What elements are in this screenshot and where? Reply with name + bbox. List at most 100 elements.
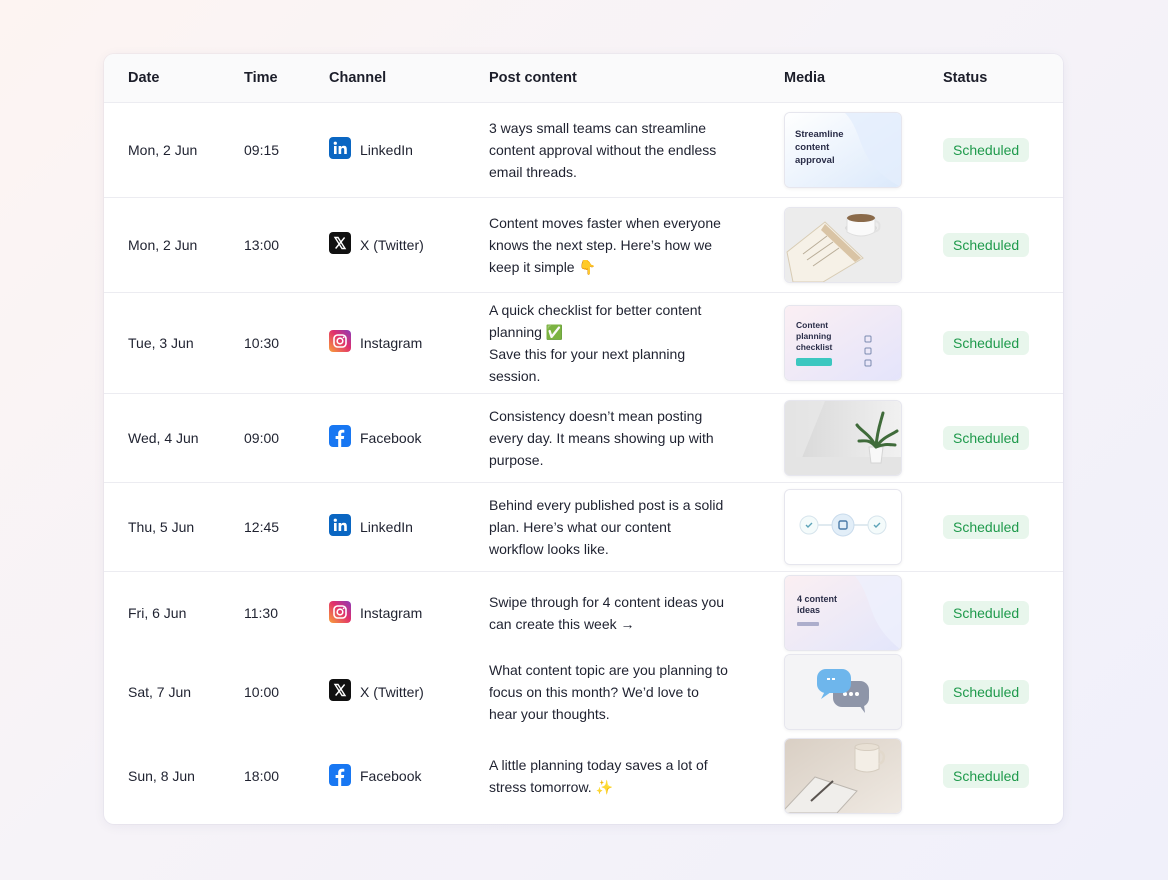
column-header-channel[interactable]: Channel <box>329 54 386 102</box>
post-time-text: 11:30 <box>244 605 278 621</box>
status-badge[interactable]: Scheduled <box>943 330 1030 355</box>
post-time-text: 10:30 <box>244 334 280 351</box>
svg-text:ideas: ideas <box>797 605 820 615</box>
post-date-text: Sat, 7 Jun <box>128 683 192 700</box>
column-header-media[interactable]: Media <box>784 54 825 102</box>
post-status: Scheduled <box>943 655 1030 728</box>
post-time: 10:30 <box>244 292 279 393</box>
channel-name: Facebook <box>360 768 422 784</box>
post-status: Scheduled <box>943 728 1030 824</box>
svg-text:Content: Content <box>796 320 828 330</box>
post-channel: X (Twitter) <box>329 655 424 728</box>
thumbnail-checklist-card[interactable]: Content planning checklist <box>784 304 902 381</box>
post-time: 11:30 <box>244 571 278 655</box>
thumbnail-coffee-notebook[interactable] <box>784 206 902 283</box>
status-badge[interactable]: Scheduled <box>943 137 1030 162</box>
post-content-text: Swipe through for 4 content ideas you ca… <box>489 594 725 632</box>
table-row[interactable]: Mon, 2 Jun 13:00 X (Twitter) Content mov… <box>104 197 1063 293</box>
post-media <box>784 728 902 824</box>
post-status: Scheduled <box>943 197 1030 292</box>
post-channel: LinkedIn <box>329 482 413 571</box>
post-content: Swipe through for 4 content ideas you ca… <box>489 571 729 655</box>
thumbnail-content-ideas[interactable]: 4 content ideas <box>784 575 902 651</box>
column-header-date[interactable]: Date <box>128 54 159 102</box>
post-content: Behind every published post is a solid p… <box>489 482 729 571</box>
thumbnail-mug-notebook[interactable] <box>784 738 902 814</box>
post-status: Scheduled <box>943 102 1030 197</box>
post-date: Tue, 3 Jun <box>128 292 194 393</box>
post-content: What content topic are you planning to f… <box>489 655 729 728</box>
post-channel: LinkedIn <box>329 102 413 197</box>
table-row[interactable]: Thu, 5 Jun 12:45 LinkedIn Behind every p… <box>104 482 1063 572</box>
table-row[interactable]: Sun, 8 Jun 18:00 Facebook A little plann… <box>104 728 1063 824</box>
table-row[interactable]: Wed, 4 Jun 09:00 Facebook Consistency do… <box>104 393 1063 483</box>
post-date: Thu, 5 Jun <box>128 482 194 571</box>
post-content-text: A little planning today saves a lot of s… <box>489 757 708 795</box>
post-time: 12:45 <box>244 482 279 571</box>
post-time-text: 18:00 <box>244 768 280 784</box>
post-content: Consistency doesn’t mean posting every d… <box>489 393 729 482</box>
post-media <box>784 197 902 292</box>
post-date-text: Thu, 5 Jun <box>128 518 195 535</box>
svg-text:4 content: 4 content <box>797 594 837 604</box>
status-badge[interactable]: Scheduled <box>943 679 1030 704</box>
post-date-text: Tue, 3 Jun <box>128 334 194 351</box>
post-content-text: Behind every published post is a solid p… <box>489 496 724 557</box>
thumbnail-chat-bubbles[interactable] <box>784 653 902 730</box>
column-header-status[interactable]: Status <box>943 54 987 102</box>
thumbnail-plant[interactable] <box>784 399 902 476</box>
post-time: 10:00 <box>244 655 279 728</box>
post-date: Mon, 2 Jun <box>128 102 197 197</box>
schedule-table: Date Time Channel Post content Media Sta… <box>104 54 1063 824</box>
linkedin-icon <box>329 137 360 162</box>
channel-name: LinkedIn <box>360 141 413 158</box>
thumbnail-workflow[interactable] <box>784 488 902 565</box>
svg-text:checklist: checklist <box>796 342 833 352</box>
post-time-text: 13:00 <box>244 236 280 253</box>
post-date-text: Mon, 2 Jun <box>128 236 198 253</box>
status-badge[interactable]: Scheduled <box>943 764 1030 788</box>
post-media <box>784 482 902 571</box>
post-content-text: 3 ways small teams can streamline conten… <box>489 119 717 180</box>
table-row[interactable]: Fri, 6 Jun 11:30 Instagram Swipe through… <box>104 571 1063 655</box>
column-header-post-content[interactable]: Post content <box>489 54 577 102</box>
post-date-text: Sun, 8 Jun <box>128 768 195 784</box>
status-badge[interactable]: Scheduled <box>943 425 1030 450</box>
post-time-text: 09:00 <box>244 429 280 446</box>
svg-text:planning: planning <box>796 331 831 341</box>
post-content-text: A quick checklist for better content pla… <box>489 301 702 384</box>
table-row[interactable]: Sat, 7 Jun 10:00 X (Twitter) What conten… <box>104 653 1063 730</box>
post-date: Fri, 6 Jun <box>128 571 186 655</box>
post-time-text: 12:45 <box>244 518 280 535</box>
channel-name: Instagram <box>360 334 423 351</box>
channel-name: Facebook <box>360 429 422 446</box>
x-twitter-icon <box>329 232 360 257</box>
post-status: Scheduled <box>943 571 1030 655</box>
post-media: Streamline content approval <box>784 102 902 197</box>
channel-name: X (Twitter) <box>360 236 424 253</box>
post-channel: Instagram <box>329 292 422 393</box>
post-content-text: Content moves faster when everyone knows… <box>489 214 721 275</box>
post-media <box>784 393 902 482</box>
post-time: 13:00 <box>244 197 279 292</box>
instagram-icon <box>329 600 360 626</box>
svg-text:content: content <box>795 142 830 153</box>
linkedin-icon <box>329 514 360 539</box>
status-badge[interactable]: Scheduled <box>943 232 1030 257</box>
thumbnail-streamline-card[interactable]: Streamline content approval <box>784 111 902 188</box>
table-row[interactable]: Tue, 3 Jun 10:30 Instagram A quick check… <box>104 292 1063 394</box>
post-content: 3 ways small teams can streamline conten… <box>489 102 729 197</box>
post-time: 09:15 <box>244 102 279 197</box>
post-media <box>784 653 902 730</box>
table-header: Date Time Channel Post content Media Sta… <box>104 54 1063 103</box>
channel-name: Instagram <box>360 605 423 621</box>
svg-text:Streamline: Streamline <box>795 129 844 140</box>
status-badge[interactable]: Scheduled <box>943 601 1030 625</box>
svg-text:approval: approval <box>795 155 835 166</box>
table-row[interactable]: Mon, 2 Jun 09:15 LinkedIn 3 ways small t… <box>104 102 1063 198</box>
post-content: Content moves faster when everyone knows… <box>489 197 729 292</box>
post-date: Sun, 8 Jun <box>128 728 195 824</box>
post-date: Mon, 2 Jun <box>128 197 197 292</box>
column-header-time[interactable]: Time <box>244 54 278 102</box>
status-badge[interactable]: Scheduled <box>943 514 1030 539</box>
